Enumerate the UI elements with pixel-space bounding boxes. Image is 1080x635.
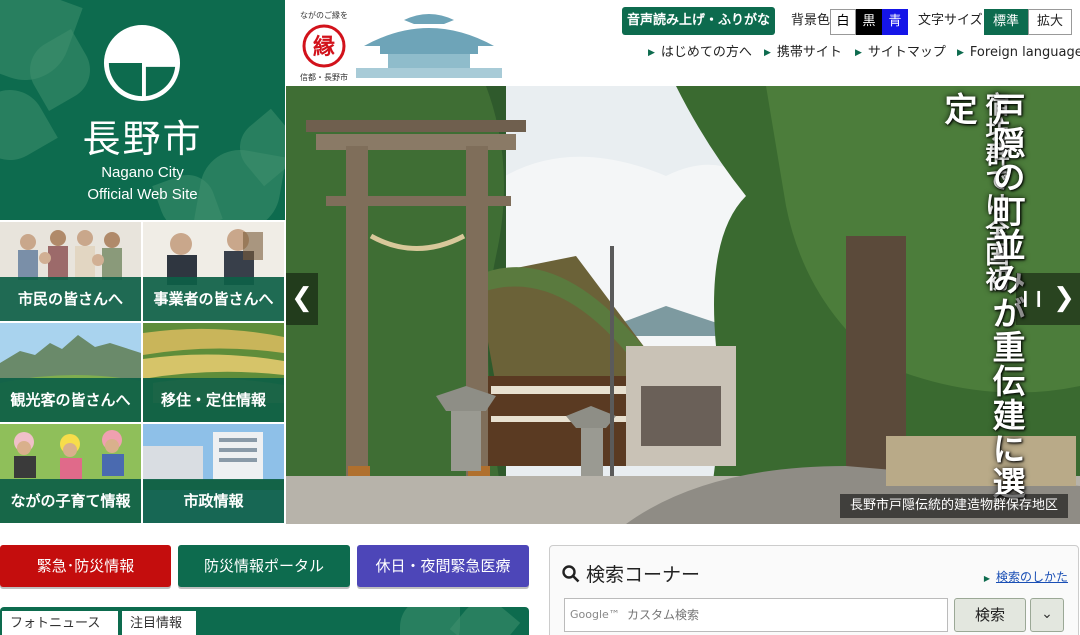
slider-prev-button[interactable]: ❮: [286, 273, 318, 325]
accessibility-toolbar: 音声読み上げ・ふりがな 背景色 白 黒 青 文字サイズ 標準 拡大: [622, 7, 1077, 37]
slider-pause-button[interactable]: ❙❙: [1016, 273, 1048, 325]
triangle-right-icon: ▶: [983, 574, 990, 583]
tile-relocation[interactable]: 移住・定住情報: [143, 323, 284, 422]
search-icon: [562, 565, 580, 583]
city-name-jp: 長野市: [82, 117, 203, 161]
tile-childcare[interactable]: ながの子育て情報: [0, 424, 141, 523]
subnav-sitemap-label: サイトマップ: [867, 45, 946, 60]
text-size-normal-button[interactable]: 標準: [984, 9, 1028, 35]
slider-next-button[interactable]: ❯: [1048, 273, 1080, 325]
brand-tagline-bottom: 信都・長野市: [300, 73, 348, 82]
audience-tiles: 市民の皆さんへ 事業者の皆さんへ 観光客の皆さんへ 移住・定住情報 ながの子育て…: [0, 222, 285, 524]
tile-label: 事業者の皆さんへ: [143, 277, 284, 321]
bg-blue-button[interactable]: 青: [882, 9, 908, 35]
bg-white-button[interactable]: 白: [830, 9, 856, 35]
search-button[interactable]: 検索: [954, 598, 1026, 632]
disaster-portal-button[interactable]: 防災情報ポータル: [178, 545, 350, 587]
sub-navigation: ▶ はじめての方へ ▶ 携帯サイト ▶ サイトマップ ▶ Foreign languag…: [648, 44, 1080, 64]
tab-photo-news[interactable]: フォトニュース: [2, 611, 118, 635]
tile-label: 移住・定住情報: [143, 378, 284, 422]
site-name-en-line: Official Web Site: [87, 186, 198, 203]
subnav-first-visit-label: はじめての方へ: [660, 45, 752, 60]
city-emblem-icon: [103, 24, 181, 102]
triangle-right-icon: ▶: [764, 48, 771, 58]
subnav-foreign-language[interactable]: ▶ Foreign language: [957, 44, 1080, 62]
leaf-decoration: [449, 607, 521, 635]
subnav-mobile-site-label: 携帯サイト: [776, 45, 842, 60]
subnav-sitemap[interactable]: ▶ サイトマップ: [855, 44, 946, 62]
search-title: 検索コーナー: [562, 560, 700, 587]
text-size-label: 文字サイズ: [918, 13, 983, 28]
tile-label: ながの子育て情報: [0, 479, 141, 523]
tile-label: 観光客の皆さんへ: [0, 378, 141, 422]
triangle-right-icon: ▶: [648, 48, 655, 58]
city-name-en-line: Nagano City: [101, 164, 184, 181]
seal-char: 縁: [313, 34, 335, 60]
news-panel: フォトニュース 注目情報: [0, 607, 529, 635]
search-title-text: 検索コーナー: [586, 564, 701, 586]
search-help-label: 検索のしかた: [995, 570, 1068, 584]
chevron-down-icon[interactable]: ⌄: [1030, 598, 1064, 632]
emergency-info-button[interactable]: 緊急･防災情報: [0, 545, 171, 587]
triangle-right-icon: ▶: [855, 48, 862, 58]
en-seal-icon: 縁: [302, 24, 346, 68]
tile-city-government[interactable]: 市政情報: [143, 424, 284, 523]
subnav-mobile-site[interactable]: ▶ 携帯サイト: [764, 44, 842, 62]
triangle-right-icon: ▶: [957, 48, 964, 58]
brand-mark[interactable]: ながのご縁を 縁 信都・長野市: [298, 8, 508, 84]
brand-tagline-top: ながのご縁を: [300, 11, 348, 20]
tab-featured-info[interactable]: 注目情報: [122, 611, 196, 635]
tile-businesses[interactable]: 事業者の皆さんへ: [143, 222, 284, 321]
search-panel: 検索コーナー ▶検索のしかた Google™ 検索 ⌄: [549, 545, 1079, 635]
text-size-large-button[interactable]: 拡大: [1028, 9, 1072, 35]
bg-color-label: 背景色: [791, 13, 831, 28]
tile-tourists[interactable]: 観光客の皆さんへ: [0, 323, 141, 422]
city-logo-panel[interactable]: 長野市 Nagano City Official Web Site: [0, 0, 285, 220]
emergency-medical-button[interactable]: 休日・夜間緊急医療: [357, 545, 529, 587]
bg-black-button[interactable]: 黒: [856, 9, 882, 35]
voice-reading-button[interactable]: 音声読み上げ・ふりがな: [622, 7, 775, 35]
hero-caption: 長野市戸隠伝統的建造物群保存地区: [839, 494, 1068, 518]
tile-label: 市民の皆さんへ: [0, 277, 141, 321]
tile-label: 市政情報: [143, 479, 284, 523]
city-name-en: Nagano City Official Web Site: [0, 162, 285, 206]
search-input[interactable]: [564, 598, 948, 632]
subnav-first-visit[interactable]: ▶ はじめての方へ: [648, 44, 752, 62]
search-help-link[interactable]: ▶ 検索のしかた: [984, 568, 1068, 585]
hero-slider[interactable]: 宿坊群では全国初 戸隠の町並みが重伝建に選定 ❮ ❙❙ ❯ 長野市戸隠伝統的建造…: [286, 86, 1080, 524]
subnav-foreign-language-label: Foreign language: [969, 45, 1080, 60]
tile-citizens[interactable]: 市民の皆さんへ: [0, 222, 141, 321]
zenkoji-temple-icon: [356, 14, 502, 78]
